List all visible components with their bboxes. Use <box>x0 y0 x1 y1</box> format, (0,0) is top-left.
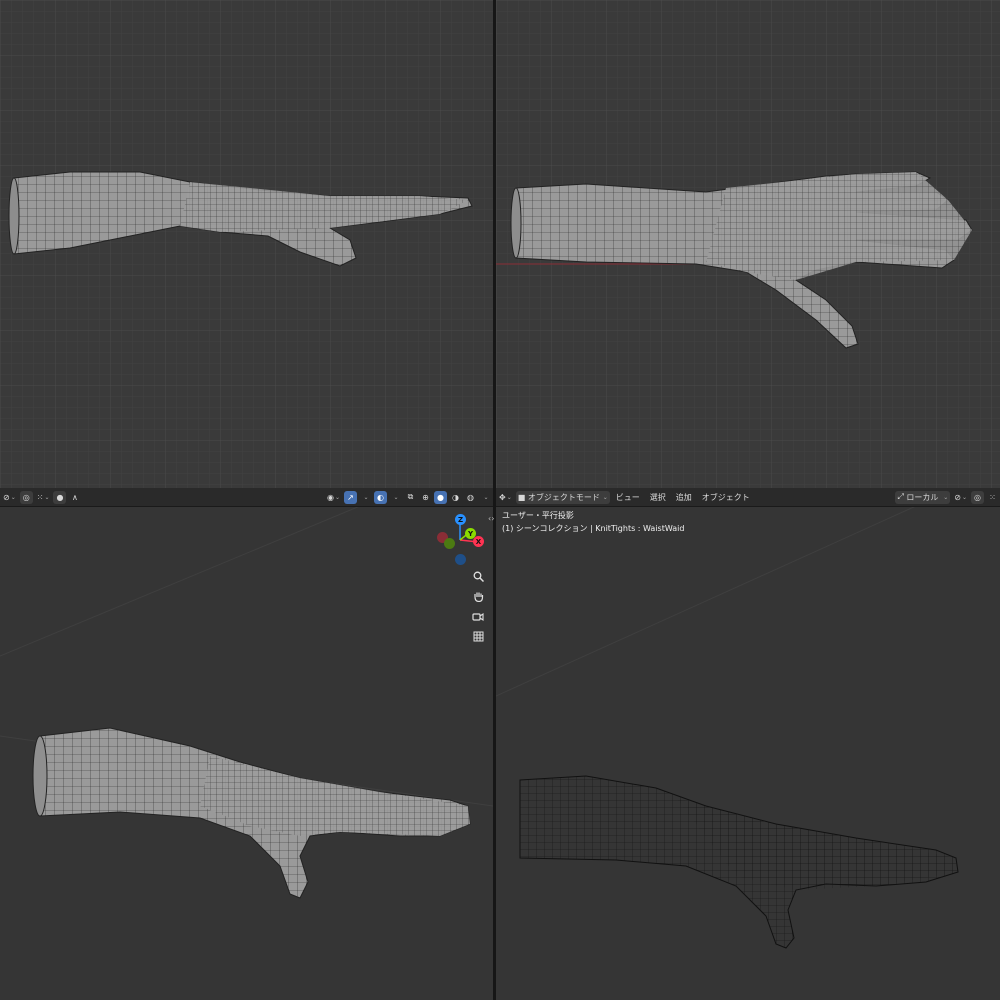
gizmo-y-label: Y <box>467 529 474 538</box>
visibility-icon[interactable]: ◉ ⌄ <box>325 491 342 504</box>
shading-rendered-icon[interactable]: ◍ <box>464 491 477 504</box>
menu-view[interactable]: ビュー <box>611 492 645 503</box>
viewport-bottom-left[interactable]: Z Y X <box>0 506 493 1000</box>
gizmo-toggle-icon[interactable]: ↗ <box>344 490 357 504</box>
collection-info: (1) シーンコレクション | KnitTights : WaistWaid <box>502 524 685 533</box>
shading-material-icon[interactable]: ◑ <box>449 491 462 504</box>
header-bottom-left: ⊘ ⌄ ◎ ⁙ ⌄ ● ∧ ◉ ⌄ ↗ ⌄ ◐ ⌄ ⧉ ⊕ ● ◑ ◍ ⌄ <box>0 488 493 507</box>
viewport-top-right[interactable] <box>496 0 1000 488</box>
gizmo-x-axis[interactable]: X <box>473 536 484 547</box>
falloff-icon[interactable]: ∧ <box>68 491 81 504</box>
viewport-scene <box>496 506 959 949</box>
view-name: ユーザー・平行投影 <box>502 511 574 520</box>
gizmo-z-label: Z <box>457 515 464 524</box>
snap-icon[interactable]: ⁙ ⌄ <box>35 491 52 504</box>
proportional-edit-icon[interactable]: ◎ <box>971 490 984 504</box>
viewport-bottom-right[interactable]: ユーザー・平行投影 (1) シーンコレクション | KnitTights : W… <box>496 506 1000 1000</box>
viewport-top-left[interactable] <box>0 0 493 488</box>
pan-hand-icon[interactable] <box>470 588 486 604</box>
overlay-toggle-icon[interactable]: ◐ <box>374 490 387 504</box>
menu-object[interactable]: オブジェクト <box>697 492 755 503</box>
header-bottom-right: ✥ ⌄ ■ オブジェクトモード ⌄ ビュー 選択 追加 オブジェクト ⤢ ローカル… <box>496 488 1000 507</box>
mode-label: オブジェクトモード <box>527 492 600 502</box>
snap-icon[interactable]: ⁙ <box>986 491 999 504</box>
link-icon[interactable]: ⊘ ⌄ <box>1 491 18 504</box>
object-mode-icon: ■ <box>517 492 526 502</box>
viewport-scene <box>496 0 1000 488</box>
overlay-dropdown-icon[interactable]: ⌄ <box>389 491 402 504</box>
shading-solid-icon[interactable]: ● <box>434 490 447 504</box>
transform-orientation-selector[interactable]: ⤢ ローカル ⌄ <box>895 490 951 504</box>
gizmo-neg-z-axis[interactable] <box>455 554 466 565</box>
gizmo-neg-y-axis[interactable] <box>444 538 455 549</box>
zoom-icon[interactable] <box>470 568 486 584</box>
gizmo-dropdown-icon[interactable]: ⌄ <box>359 491 372 504</box>
orientation-label: ローカル <box>906 492 939 502</box>
mode-selector[interactable]: ■ オブジェクトモード ⌄ <box>515 490 610 504</box>
proportional-edit-icon[interactable]: ◎ <box>19 490 33 504</box>
menu-add[interactable]: 追加 <box>671 492 697 503</box>
dot-icon[interactable]: ● <box>53 490 67 504</box>
grid-icon[interactable] <box>470 628 486 644</box>
xray-icon[interactable]: ⧉ <box>404 491 417 504</box>
viewport-scene <box>0 506 493 899</box>
gizmo-x-label: X <box>475 537 482 546</box>
orientation-icon: ⤢ <box>897 492 904 501</box>
editor-type-icon[interactable]: ✥ ⌄ <box>497 491 514 504</box>
viewport-scene <box>0 0 493 488</box>
area-expand-arrow[interactable]: ‹› <box>488 514 494 523</box>
shading-dropdown-icon[interactable]: ⌄ <box>479 491 492 504</box>
pivot-icon[interactable]: ⊘ ⌄ <box>952 491 969 504</box>
shading-wireframe-icon[interactable]: ⊕ <box>419 491 432 504</box>
menu-select[interactable]: 選択 <box>645 492 671 503</box>
gizmo-z-axis[interactable]: Z <box>455 514 466 525</box>
camera-icon[interactable] <box>470 608 486 624</box>
